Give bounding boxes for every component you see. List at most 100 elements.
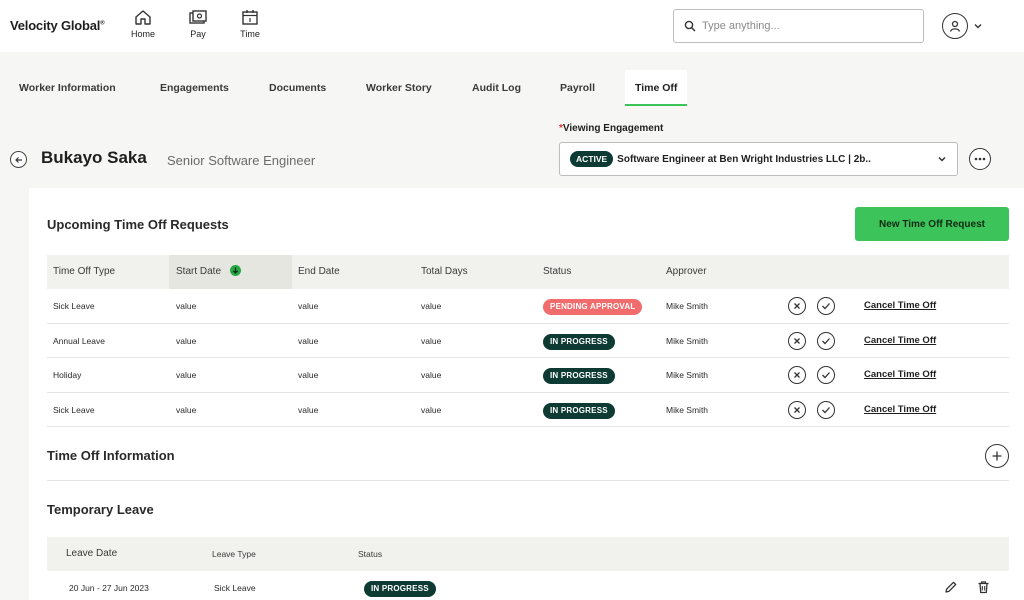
time-off-information-title: Time Off Information <box>47 448 175 463</box>
col-leave-date[interactable]: Leave Date <box>66 537 117 571</box>
tab-documents[interactable]: Documents <box>269 70 326 106</box>
cell-type: Annual Leave <box>53 335 105 346</box>
cell-type: Sick Leave <box>53 404 95 415</box>
tab-worker-story[interactable]: Worker Story <box>366 70 432 106</box>
nav-time-label: Time <box>240 29 260 39</box>
edit-button[interactable] <box>944 580 958 599</box>
col-leave-type[interactable]: Leave Type <box>212 537 256 571</box>
check-icon <box>822 372 830 379</box>
trash-icon <box>978 581 989 594</box>
temporary-leave-table: Leave Date Leave Type Status 20 Jun - 27… <box>47 537 1009 600</box>
cell-status: IN PROGRESS <box>543 393 615 427</box>
cell-status: IN PROGRESS <box>543 358 615 392</box>
logo[interactable]: Velocity Global® <box>10 18 105 33</box>
cell-type: Sick Leave <box>53 301 95 311</box>
table-row: Holiday value value value IN PROGRESS Mi… <box>47 358 1009 393</box>
status-badge: IN PROGRESS <box>543 333 615 350</box>
approve-button[interactable] <box>817 297 835 315</box>
sort-arrow-down-icon <box>230 264 242 276</box>
cancel-time-off-link[interactable]: Cancel Time Off <box>864 289 936 323</box>
approve-button[interactable] <box>817 400 835 419</box>
col-approver[interactable]: Approver <box>666 255 707 289</box>
reject-button[interactable] <box>788 400 806 419</box>
tab-audit-log[interactable]: Audit Log <box>472 70 521 106</box>
nav-pay[interactable]: Pay <box>175 9 221 39</box>
time-off-panel: Upcoming Time Off Requests New Time Off … <box>29 188 1024 600</box>
pay-icon <box>189 10 207 24</box>
cell-end: value <box>298 404 319 415</box>
cell-status: PENDING APPROVAL <box>543 289 643 323</box>
user-icon <box>949 20 961 32</box>
status-badge: IN PROGRESS <box>364 581 436 597</box>
reject-button[interactable] <box>788 366 806 384</box>
cell-days: value <box>421 370 442 380</box>
expand-time-off-information-button[interactable] <box>985 444 1009 468</box>
more-options-button[interactable] <box>969 148 991 170</box>
nav-time[interactable]: Time <box>227 9 273 39</box>
close-icon <box>794 406 800 413</box>
cancel-time-off-link[interactable]: Cancel Time Off <box>864 358 936 392</box>
check-icon <box>822 406 830 413</box>
cell-days: value <box>421 335 442 346</box>
col-start-date[interactable]: Start Date <box>169 255 292 289</box>
pencil-icon <box>945 581 957 593</box>
tab-engagements[interactable]: Engagements <box>160 70 229 106</box>
cell-start: value <box>176 335 197 346</box>
tab-payroll[interactable]: Payroll <box>560 70 595 106</box>
cell-approver: Mike Smith <box>666 335 709 346</box>
cell-leave-date: 20 Jun - 27 Jun 2023 <box>69 583 149 593</box>
table-header: Time Off Type Start Date End Date Total … <box>47 255 1009 289</box>
check-icon <box>822 337 830 344</box>
search-icon <box>684 20 696 32</box>
cell-approver: Mike Smith <box>666 301 709 311</box>
col-status[interactable]: Status <box>358 537 382 571</box>
cell-end: value <box>298 301 319 311</box>
close-icon <box>794 303 800 309</box>
table-row: Sick Leave value value value IN PROGRESS… <box>47 393 1009 427</box>
back-button[interactable] <box>10 151 27 168</box>
avatar[interactable] <box>942 13 968 39</box>
search-box[interactable] <box>673 9 924 43</box>
engagement-label: *Viewing Engagement <box>559 123 664 134</box>
cancel-time-off-link[interactable]: Cancel Time Off <box>864 324 936 358</box>
cell-leave-type: Sick Leave <box>214 583 256 593</box>
delete-button[interactable] <box>977 580 990 599</box>
approve-button[interactable] <box>817 366 835 384</box>
close-icon <box>794 337 800 344</box>
search-input[interactable] <box>702 20 902 32</box>
top-bar: Velocity Global® Home Pay Time <box>0 0 1024 52</box>
cell-status: IN PROGRESS <box>364 571 436 600</box>
col-end-date[interactable]: End Date <box>298 255 340 289</box>
user-menu[interactable] <box>942 13 983 39</box>
tab-worker-information[interactable]: Worker Information <box>19 70 116 106</box>
nav-home[interactable]: Home <box>120 9 166 39</box>
engagement-select[interactable]: ACTIVE Software Engineer at Ben Wright I… <box>559 142 958 176</box>
cancel-time-off-link[interactable]: Cancel Time Off <box>864 393 936 427</box>
cell-type: Holiday <box>53 370 82 380</box>
table-row: 20 Jun - 27 Jun 2023 Sick Leave IN PROGR… <box>47 571 1009 600</box>
col-total-days[interactable]: Total Days <box>421 255 468 289</box>
cell-approver: Mike Smith <box>666 404 709 415</box>
col-status[interactable]: Status <box>543 255 571 289</box>
reject-button[interactable] <box>788 297 806 315</box>
new-time-off-request-button[interactable]: New Time Off Request <box>855 207 1009 241</box>
table-row: Sick Leave value value value PENDING APP… <box>47 289 1009 324</box>
plus-icon <box>992 451 1002 461</box>
tab-time-off[interactable]: Time Off <box>625 70 688 106</box>
status-badge: IN PROGRESS <box>543 368 615 384</box>
upcoming-table: Time Off Type Start Date End Date Total … <box>47 255 1009 427</box>
chevron-down-icon <box>974 24 982 29</box>
status-badge: IN PROGRESS <box>543 402 615 419</box>
approve-button[interactable] <box>817 331 835 350</box>
table-header: Leave Date Leave Type Status <box>47 537 1009 571</box>
reject-button[interactable] <box>788 331 806 350</box>
worker-title: Senior Software Engineer <box>167 153 316 168</box>
temporary-leave-title: Temporary Leave <box>47 502 154 517</box>
cell-start: value <box>176 404 197 415</box>
engagement-value: Software Engineer at Ben Wright Industri… <box>617 153 871 165</box>
cell-end: value <box>298 370 319 380</box>
home-icon <box>135 10 151 25</box>
col-time-off-type[interactable]: Time Off Type <box>53 255 115 289</box>
cell-approver: Mike Smith <box>666 370 709 380</box>
tab-bar: Worker Information Engagements Documents… <box>0 70 1024 106</box>
